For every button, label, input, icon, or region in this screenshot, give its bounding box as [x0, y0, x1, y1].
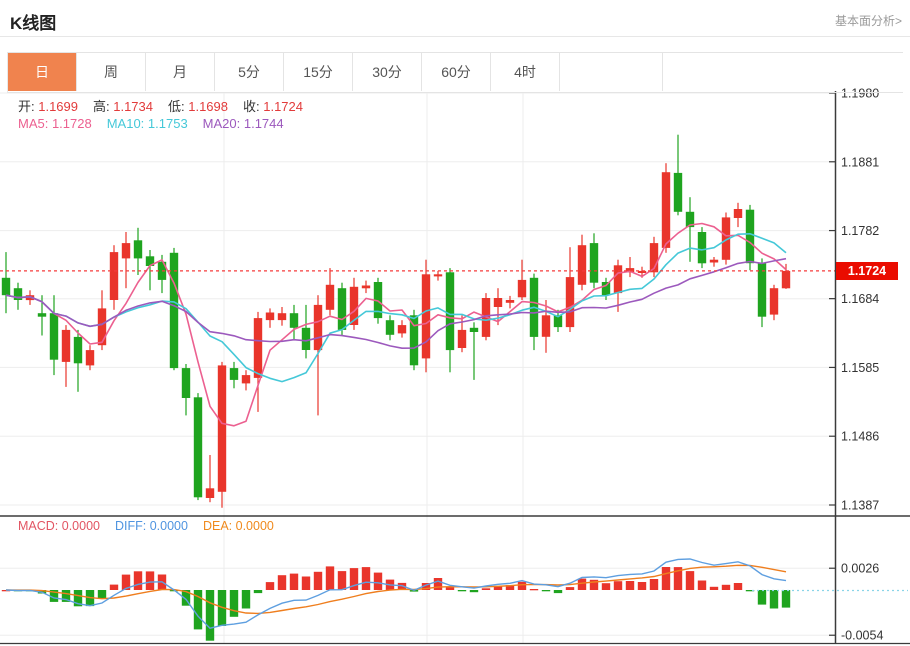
- legend-item: 高: 1.1734: [93, 99, 153, 114]
- tab-30min[interactable]: 30分: [353, 53, 422, 91]
- ohlc-legend: 开: 1.1699 高: 1.1734 低: 1.1698 收: 1.1724: [18, 96, 318, 115]
- legend-item: MA5: 1.1728: [18, 116, 92, 131]
- tab-15min[interactable]: 15分: [284, 53, 353, 91]
- period-tabs: 日周月5分15分30分60分4时: [7, 52, 903, 93]
- tab-month[interactable]: 月: [146, 53, 215, 91]
- kline-page: { "header": { "title": "K线图", "more_link…: [0, 0, 910, 646]
- svg-text:1.1782: 1.1782: [841, 224, 879, 238]
- legend-item: 开: 1.1699: [18, 99, 78, 114]
- tab-4hour[interactable]: 4时: [491, 53, 560, 91]
- legend-item: DEA: 0.0000: [203, 519, 274, 533]
- legend-item: DIFF: 0.0000: [115, 519, 188, 533]
- legend-item: MA20: 1.1744: [203, 116, 284, 131]
- tab-day[interactable]: 日: [8, 53, 77, 91]
- legend-item: 低: 1.1698: [168, 99, 228, 114]
- svg-text:1.1387: 1.1387: [841, 499, 879, 513]
- legend-item: 收: 1.1724: [243, 99, 303, 114]
- tab-60min[interactable]: 60分: [422, 53, 491, 91]
- svg-text:0.0026: 0.0026: [841, 562, 879, 576]
- tab-row-spacer: [560, 53, 663, 91]
- svg-text:1.1684: 1.1684: [841, 292, 879, 306]
- svg-text:1.1881: 1.1881: [841, 155, 879, 169]
- svg-text:-0.0054: -0.0054: [841, 629, 883, 643]
- ma-legend: MA5: 1.1728 MA10: 1.1753 MA20: 1.1744: [18, 116, 299, 131]
- legend-item: MACD: 0.0000: [18, 519, 100, 533]
- tab-week[interactable]: 周: [77, 53, 146, 91]
- svg-text:1.1486: 1.1486: [841, 430, 879, 444]
- current-price-tag: 1.1724: [836, 262, 898, 280]
- svg-text:1.1585: 1.1585: [841, 361, 879, 375]
- macd-legend: MACD: 0.0000 DIFF: 0.0000 DEA: 0.0000: [18, 519, 289, 533]
- tab-5min[interactable]: 5分: [215, 53, 284, 91]
- legend-item: MA10: 1.1753: [107, 116, 188, 131]
- fundamental-analysis-link[interactable]: 基本面分析>: [835, 12, 902, 29]
